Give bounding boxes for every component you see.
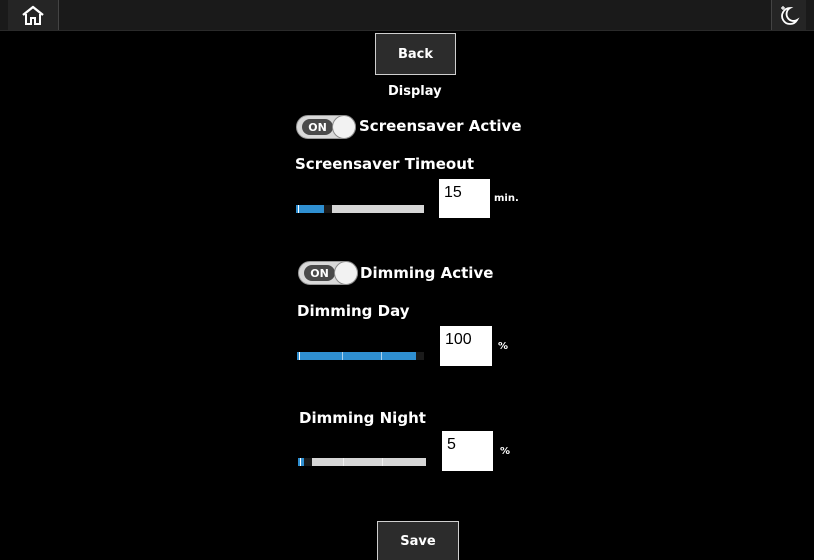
screensaver-timeout-unit: min.	[494, 193, 519, 204]
section-title: Display	[388, 84, 442, 99]
screensaver-toggle[interactable]: ON	[296, 115, 356, 139]
night-mode-button[interactable]	[771, 0, 806, 30]
slider-track	[332, 205, 424, 213]
dimming-day-slider[interactable]	[297, 352, 424, 360]
slider-gap	[324, 205, 332, 213]
toggle-knob	[332, 115, 356, 139]
home-button[interactable]	[8, 0, 59, 30]
dimming-night-label: Dimming Night	[299, 409, 426, 427]
slider-track	[312, 458, 426, 466]
toggle-knob	[334, 261, 358, 285]
dimming-day-unit: %	[498, 341, 509, 352]
night-mode-icon	[781, 6, 800, 25]
dimming-night-unit: %	[500, 446, 511, 457]
slider-tick	[382, 458, 383, 466]
slider-fill	[296, 205, 324, 213]
slider-end	[416, 352, 424, 360]
top-bar	[0, 0, 814, 31]
back-button[interactable]: Back	[375, 33, 456, 75]
dimming-night-slider[interactable]	[298, 458, 426, 466]
dimming-toggle-state: ON	[304, 265, 335, 281]
dimming-day-label: Dimming Day	[297, 302, 410, 320]
slider-fill	[297, 352, 416, 360]
slider-gap	[304, 458, 312, 466]
dimming-day-input[interactable]: 100	[440, 326, 492, 366]
screensaver-toggle-state: ON	[302, 119, 333, 135]
slider-tick	[381, 352, 382, 360]
save-button[interactable]: Save	[377, 521, 459, 560]
home-icon	[22, 5, 44, 25]
screensaver-active-label: Screensaver Active	[359, 117, 522, 135]
slider-tick	[343, 458, 344, 466]
slider-tick	[299, 352, 300, 360]
dimming-active-label: Dimming Active	[360, 264, 494, 282]
slider-tick	[342, 352, 343, 360]
screensaver-timeout-slider[interactable]	[296, 205, 424, 213]
dimming-night-input[interactable]: 5	[442, 431, 493, 471]
screensaver-timeout-input[interactable]: 15	[439, 179, 490, 218]
dimming-toggle[interactable]: ON	[298, 261, 358, 285]
slider-tick	[298, 205, 299, 213]
screensaver-timeout-label: Screensaver Timeout	[295, 155, 475, 173]
slider-tick	[300, 458, 301, 466]
